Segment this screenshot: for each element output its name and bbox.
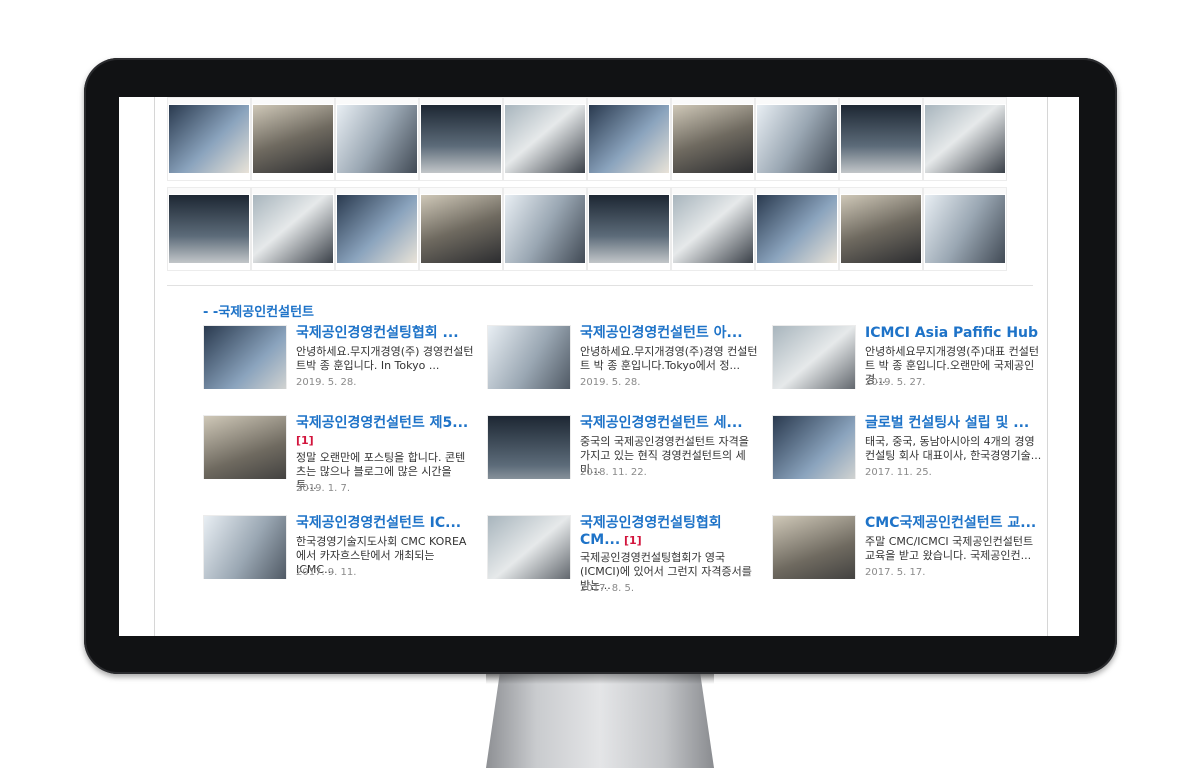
gallery-thumbnail[interactable] <box>587 187 671 271</box>
monitor-screen: - -국제공인컨설턴트 국제공인경영컨설팅협회 ... 안녕하세요.무지개경영(주… <box>119 97 1079 636</box>
blog-page: - -국제공인컨설턴트 국제공인경영컨설팅협회 ... 안녕하세요.무지개경영(주… <box>154 97 1048 636</box>
gallery-thumbnail[interactable] <box>755 97 839 181</box>
post-title-text[interactable]: 국제공인경영컨설턴트 세... <box>580 415 743 431</box>
gallery-thumbnail[interactable] <box>671 187 755 271</box>
post-excerpt: 안녕하세요.무지개경영(주) 경영컨설턴트박 종 훈입니다. In Tokyo … <box>296 345 474 372</box>
gallery-thumbnail[interactable] <box>335 187 419 271</box>
gallery-thumbnail[interactable] <box>419 97 503 181</box>
post-item[interactable]: CMC국제공인컨설턴트 교... 주말 CMC/ICMCI 국제공인컨설턴트 교육… <box>772 515 1042 605</box>
post-title-text[interactable]: 국제공인경영컨설턴트 제5... <box>296 415 468 431</box>
post-title-text[interactable]: 국제공인경영컨설팅협회 ... <box>296 325 459 341</box>
post-excerpt: 태국, 중국, 동남아시아의 4개의 경영컨설팅 회사 대표이사, 한국경영기술… <box>865 435 1042 462</box>
post-thumbnail[interactable] <box>203 515 287 579</box>
post-title-link[interactable]: 국제공인경영컨설턴트 제5... [1] <box>296 415 474 449</box>
post-thumbnail[interactable] <box>772 515 856 579</box>
post-item[interactable]: 국제공인경영컨설턴트 아... 안녕하세요.무지개경영(주)경영 컨설턴트 박 종… <box>487 325 758 415</box>
post-title-link[interactable]: 글로벌 컨설팅사 설립 및 ... <box>865 415 1043 432</box>
post-thumbnail[interactable] <box>772 415 856 479</box>
post-excerpt: 안녕하세요.무지개경영(주)경영 컨설턴트 박 종 훈입니다.Tokyo에서 정… <box>580 345 758 372</box>
comment-count-badge[interactable]: [1] <box>620 534 642 547</box>
gallery-thumbnail[interactable] <box>167 97 251 181</box>
post-thumbnail[interactable] <box>487 325 571 389</box>
comment-count-badge[interactable]: [1] <box>296 434 314 447</box>
post-date: 2017. 8. 5. <box>580 583 635 594</box>
post-title-text[interactable]: 국제공인경영컨설턴트 IC... <box>296 515 461 531</box>
post-excerpt: 주말 CMC/ICMCI 국제공인컨설턴트 교육을 받고 왔습니다. 국제공인컨… <box>865 535 1034 562</box>
post-item[interactable]: 국제공인경영컨설턴트 제5... [1] 정말 오랜만에 포스팅을 합니다. 콘텐… <box>203 415 473 505</box>
photo-gallery <box>167 97 1047 277</box>
gallery-thumbnail[interactable] <box>503 97 587 181</box>
stand-shadow <box>486 674 714 684</box>
post-thumbnail[interactable] <box>772 325 856 389</box>
category-title[interactable]: - -국제공인컨설턴트 <box>203 301 314 320</box>
section-divider <box>167 285 1033 286</box>
post-item[interactable]: 국제공인경영컨설턴트 IC... 한국경영기술지도사회 CMC KOREA에서 카… <box>203 515 473 605</box>
post-title-link[interactable]: 국제공인경영컨설턴트 IC... <box>296 515 474 532</box>
gallery-thumbnail[interactable] <box>923 97 1007 181</box>
post-title-link[interactable]: 국제공인경영컨설팅협회CM... [1] <box>580 515 758 549</box>
post-date: 2017. 9. 11. <box>296 567 357 578</box>
gallery-thumbnail[interactable] <box>503 187 587 271</box>
gallery-thumbnail[interactable] <box>587 97 671 181</box>
post-item[interactable]: ICMCI Asia Pafific Hub ... 안녕하세요무지개경영(주)대… <box>772 325 1043 415</box>
gallery-row <box>167 187 1047 271</box>
post-title-link[interactable]: 국제공인경영컨설턴트 세... <box>580 415 758 432</box>
post-item[interactable]: 국제공인경영컨설턴트 세... 중국의 국제공인경영컨설턴트 자격을 가지고 있는… <box>487 415 757 505</box>
post-date: 2019. 5. 27. <box>865 377 926 388</box>
post-title-text[interactable]: 국제공인경영컨설턴트 아... <box>580 325 743 341</box>
post-date: 2019. 1. 7. <box>296 483 351 494</box>
post-thumbnail[interactable] <box>203 325 287 389</box>
post-item[interactable]: 국제공인경영컨설팅협회 ... 안녕하세요.무지개경영(주) 경영컨설턴트박 종 … <box>203 325 474 415</box>
gallery-thumbnail[interactable] <box>167 187 251 271</box>
gallery-row <box>167 97 1047 181</box>
gallery-thumbnail[interactable] <box>251 187 335 271</box>
post-title-link[interactable]: CMC국제공인컨설턴트 교... <box>865 515 1043 532</box>
gallery-thumbnail[interactable] <box>923 187 1007 271</box>
post-thumbnail[interactable] <box>487 415 571 479</box>
post-date: 2018. 11. 22. <box>580 467 647 478</box>
post-thumbnail[interactable] <box>487 515 571 579</box>
gallery-thumbnail[interactable] <box>251 97 335 181</box>
gallery-thumbnail[interactable] <box>335 97 419 181</box>
gallery-thumbnail[interactable] <box>755 187 839 271</box>
post-item[interactable]: 글로벌 컨설팅사 설립 및 ... 태국, 중국, 동남아시아의 4개의 경영컨설… <box>772 415 1042 505</box>
gallery-thumbnail[interactable] <box>839 97 923 181</box>
post-title-text[interactable]: 글로벌 컨설팅사 설립 및 ... <box>865 415 1029 431</box>
post-date: 2017. 11. 25. <box>865 467 932 478</box>
post-title-text[interactable]: CMC국제공인컨설턴트 교... <box>865 515 1036 531</box>
post-date: 2019. 5. 28. <box>580 377 641 388</box>
post-thumbnail[interactable] <box>203 415 287 479</box>
post-title-link[interactable]: ICMCI Asia Pafific Hub ... <box>865 325 1043 342</box>
monitor-stand <box>486 674 714 768</box>
post-date: 2017. 5. 17. <box>865 567 926 578</box>
post-title-link[interactable]: 국제공인경영컨설팅협회 ... <box>296 325 474 342</box>
post-title-text[interactable]: 국제공인경영컨설팅협회CM... <box>580 515 722 548</box>
gallery-thumbnail[interactable] <box>839 187 923 271</box>
gallery-thumbnail[interactable] <box>671 97 755 181</box>
post-title-link[interactable]: 국제공인경영컨설턴트 아... <box>580 325 758 342</box>
post-item[interactable]: 국제공인경영컨설팅협회CM... [1] 국제공인경영컨설팅협회가 영국(ICMC… <box>487 515 757 605</box>
post-date: 2019. 5. 28. <box>296 377 357 388</box>
gallery-thumbnail[interactable] <box>419 187 503 271</box>
post-title-text[interactable]: ICMCI Asia Pafific Hub ... <box>865 325 1043 341</box>
